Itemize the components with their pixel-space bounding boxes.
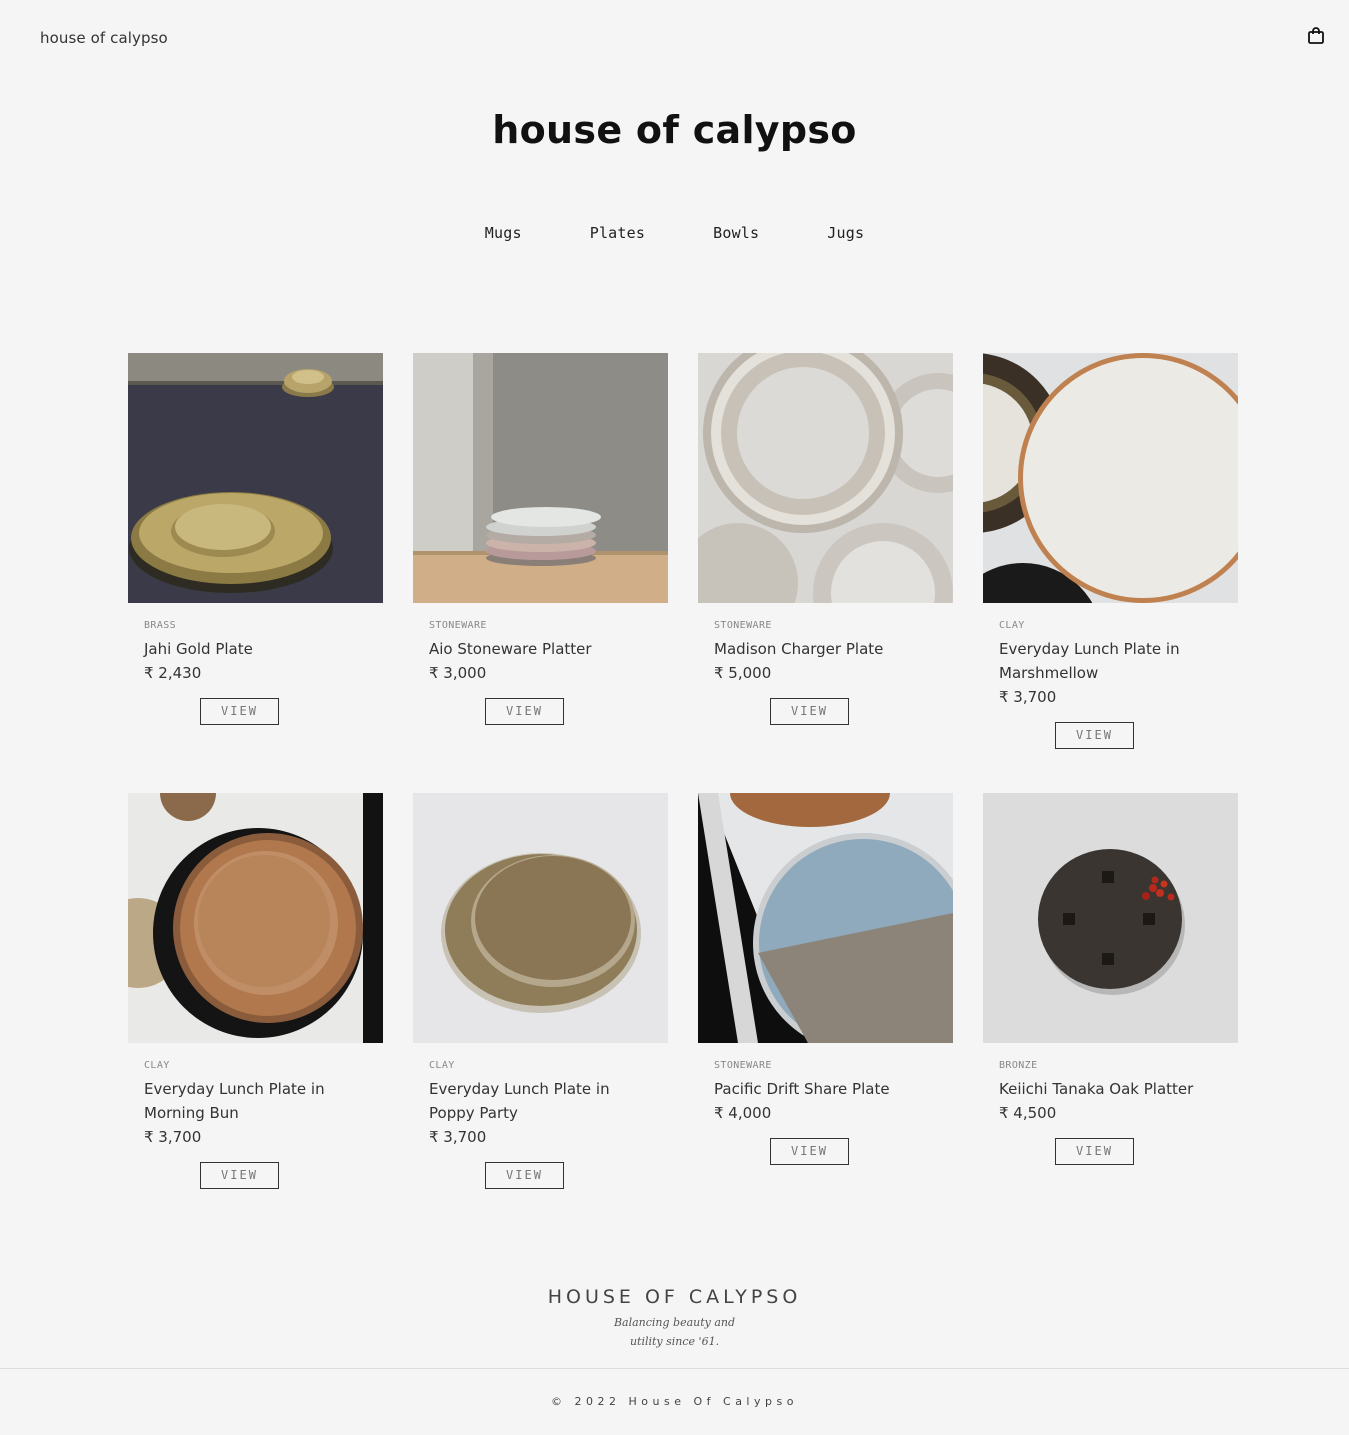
product-image[interactable] [698,793,953,1043]
footer-divider [0,1368,1349,1369]
product-image[interactable] [128,793,383,1043]
product-price: ₹ 3,700 [999,688,1057,706]
product-image[interactable] [983,793,1238,1043]
product-card: CLAY Everyday Lunch Plate in Morning Bun… [128,793,383,1189]
view-button[interactable]: VIEW [200,698,279,725]
product-material: CLAY [999,620,1025,631]
footer-logo: HOUSE OF CALYPSO [547,1286,802,1308]
product-image[interactable] [983,353,1238,603]
view-button[interactable]: VIEW [1055,1138,1134,1165]
category-link-plates[interactable]: Plates [590,224,645,242]
product-material: BRASS [144,620,177,631]
product-price: ₹ 4,500 [999,1104,1057,1122]
view-button[interactable]: VIEW [1055,722,1134,749]
page-title: house of calypso [492,108,857,152]
product-material: STONEWARE [714,1060,772,1071]
product-material: STONEWARE [429,620,487,631]
product-name[interactable]: Aio Stoneware Platter [429,637,652,661]
product-material: CLAY [429,1060,455,1071]
view-button[interactable]: VIEW [485,698,564,725]
product-price: ₹ 2,430 [144,664,202,682]
shopping-bag-icon[interactable] [1306,26,1326,46]
product-price: ₹ 5,000 [714,664,772,682]
product-card: STONEWARE Madison Charger Plate ₹ 5,000 … [698,353,953,749]
top-bar: house of calypso [0,0,1349,76]
product-name[interactable]: Madison Charger Plate [714,637,937,661]
product-price: ₹ 3,000 [429,664,487,682]
product-name[interactable]: Everyday Lunch Plate in Poppy Party [429,1077,652,1125]
product-name[interactable]: Everyday Lunch Plate in Marshmellow [999,637,1222,685]
view-button[interactable]: VIEW [770,1138,849,1165]
product-material: STONEWARE [714,620,772,631]
product-image[interactable] [128,353,383,603]
product-card: STONEWARE Aio Stoneware Platter ₹ 3,000 … [413,353,668,749]
product-name[interactable]: Jahi Gold Plate [144,637,367,661]
view-button[interactable]: VIEW [485,1162,564,1189]
product-price: ₹ 3,700 [429,1128,487,1146]
product-card: BRASS Jahi Gold Plate ₹ 2,430 VIEW [128,353,383,749]
product-name[interactable]: Pacific Drift Share Plate [714,1077,937,1101]
view-button[interactable]: VIEW [200,1162,279,1189]
tagline-line-2: utility since '61. [629,1335,720,1348]
copyright-text: © 2022 House Of Calypso [551,1395,798,1408]
product-card: BRONZE Keiichi Tanaka Oak Platter ₹ 4,50… [983,793,1238,1189]
brand-link[interactable]: house of calypso [40,29,168,47]
tagline-line-1: Balancing beauty and [613,1316,736,1329]
category-link-mugs[interactable]: Mugs [485,224,522,242]
product-name[interactable]: Everyday Lunch Plate in Morning Bun [144,1077,367,1125]
product-card: CLAY Everyday Lunch Plate in Marshmellow… [983,353,1238,749]
product-card: STONEWARE Pacific Drift Share Plate ₹ 4,… [698,793,953,1189]
product-name[interactable]: Keiichi Tanaka Oak Platter [999,1077,1222,1101]
product-image[interactable] [413,793,668,1043]
category-link-jugs[interactable]: Jugs [827,224,864,242]
product-price: ₹ 3,700 [144,1128,202,1146]
product-card: CLAY Everyday Lunch Plate in Poppy Party… [413,793,668,1189]
product-price: ₹ 4,000 [714,1104,772,1122]
category-nav: Mugs Plates Bowls Jugs [0,224,1349,242]
product-image[interactable] [413,353,668,603]
product-material: BRONZE [999,1060,1038,1071]
product-image[interactable] [698,353,953,603]
product-grid: BRASS Jahi Gold Plate ₹ 2,430 VIEW STONE… [128,353,1238,1189]
footer-tagline: Balancing beauty and utility since '61. [0,1313,1349,1351]
category-link-bowls[interactable]: Bowls [713,224,759,242]
view-button[interactable]: VIEW [770,698,849,725]
product-material: CLAY [144,1060,170,1071]
